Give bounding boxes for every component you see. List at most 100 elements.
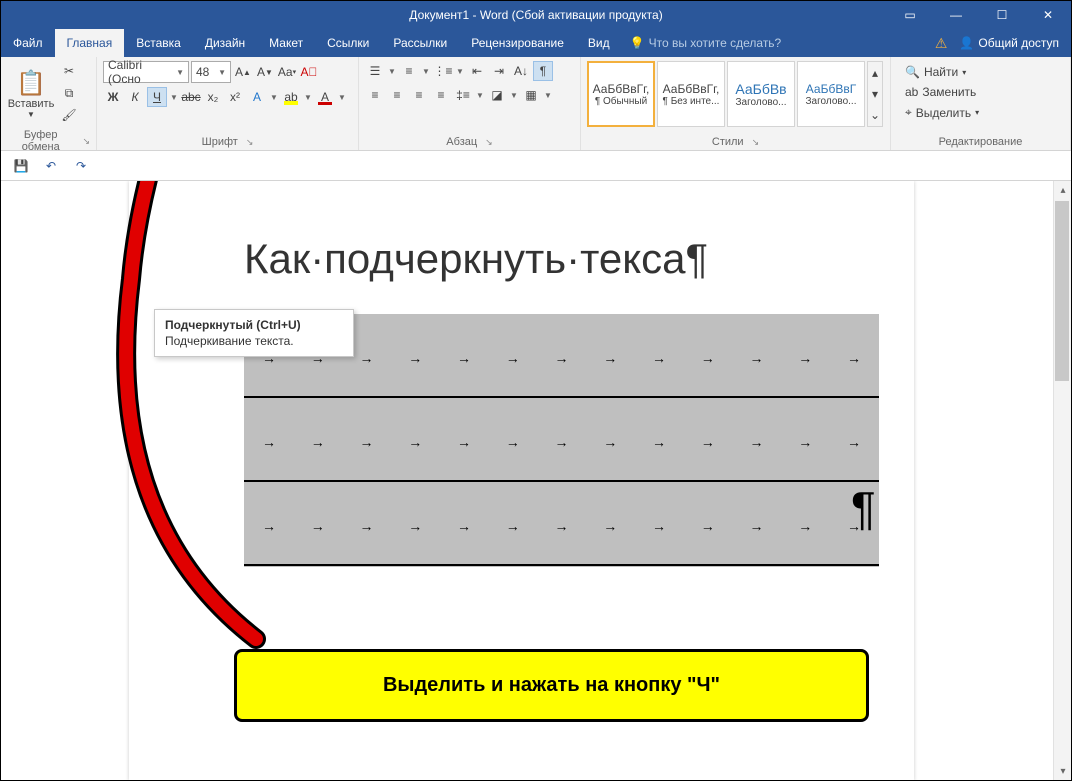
- redo-button[interactable]: ↷: [71, 156, 91, 176]
- superscript-button[interactable]: x²: [225, 87, 245, 107]
- pilcrow-mark: ¶: [851, 481, 876, 535]
- style-heading2[interactable]: АаБбВвГ Заголово...: [797, 61, 865, 127]
- replace-button[interactable]: ab Заменить: [901, 83, 983, 101]
- vertical-scrollbar[interactable]: ▴ ▾: [1053, 181, 1071, 780]
- styles-dialog-launcher[interactable]: ↘: [752, 137, 760, 148]
- styles-more[interactable]: ⌄: [868, 105, 882, 126]
- paste-button[interactable]: 📋 Вставить ▼: [7, 61, 55, 127]
- scroll-thumb[interactable]: [1055, 201, 1069, 381]
- format-painter-button[interactable]: 🖌: [59, 105, 79, 125]
- subscript-button[interactable]: x₂: [203, 87, 223, 107]
- chevron-down-icon[interactable]: ▼: [303, 93, 313, 102]
- ribbon-display-options[interactable]: ▭: [887, 1, 933, 29]
- style-no-spacing[interactable]: АаБбВвГг, ¶ Без инте...: [657, 61, 725, 127]
- replace-icon: ab: [905, 85, 918, 99]
- chevron-down-icon[interactable]: ▼: [421, 67, 431, 76]
- increase-indent-button[interactable]: ⇥: [489, 61, 509, 81]
- save-button[interactable]: 💾: [11, 156, 31, 176]
- chevron-down-icon[interactable]: ▼: [387, 67, 397, 76]
- find-button[interactable]: 🔍 Найти ▾: [901, 63, 983, 81]
- chevron-down-icon[interactable]: ▼: [509, 91, 519, 100]
- style-name: Заголово...: [736, 97, 787, 108]
- numbering-button[interactable]: ≡: [399, 61, 419, 81]
- text-effects-button[interactable]: A: [247, 87, 267, 107]
- tab-insert[interactable]: Вставка: [124, 29, 193, 57]
- underline-button[interactable]: Ч: [147, 87, 167, 107]
- clipboard-icon: 📋: [16, 69, 46, 98]
- maximize-button[interactable]: ☐: [979, 1, 1025, 29]
- paragraph-dialog-launcher[interactable]: ↘: [485, 137, 493, 148]
- sort-button[interactable]: A↓: [511, 61, 531, 81]
- find-label: Найти: [924, 65, 958, 79]
- styles-gallery[interactable]: АаБбВвГг, ¶ Обычный АаБбВвГг, ¶ Без инте…: [587, 61, 883, 127]
- scroll-down-button[interactable]: ▾: [1054, 762, 1071, 780]
- chevron-down-icon[interactable]: ▼: [269, 93, 279, 102]
- clipboard-dialog-launcher[interactable]: ↘: [82, 136, 90, 147]
- font-size-combo[interactable]: 48▼: [191, 61, 231, 83]
- strikethrough-button[interactable]: abc: [181, 87, 201, 107]
- highlight-button[interactable]: ab: [281, 87, 301, 107]
- tooltip-desc: Подчеркивание текста.: [165, 334, 343, 348]
- clear-formatting-button[interactable]: A⃠: [299, 62, 319, 82]
- group-styles-label: Стили: [712, 136, 744, 148]
- group-styles: АаБбВвГг, ¶ Обычный АаБбВвГг, ¶ Без инте…: [581, 57, 891, 150]
- justify-button[interactable]: ≡: [431, 85, 451, 105]
- multilevel-list-button[interactable]: ⋮≡: [433, 61, 453, 81]
- underline-dropdown[interactable]: ▼: [169, 93, 179, 102]
- decrease-indent-button[interactable]: ⇤: [467, 61, 487, 81]
- tab-design[interactable]: Дизайн: [193, 29, 257, 57]
- italic-button[interactable]: К: [125, 87, 145, 107]
- document-area[interactable]: Как·подчеркнуть·текса¶ →→→→→→→→→→→→→ →→→…: [1, 181, 1071, 780]
- align-left-button[interactable]: ≡: [365, 85, 385, 105]
- line-spacing-button[interactable]: ‡≡: [453, 85, 473, 105]
- style-normal[interactable]: АаБбВвГг, ¶ Обычный: [587, 61, 655, 127]
- align-center-button[interactable]: ≡: [387, 85, 407, 105]
- window-controls: ▭ — ☐ ✕: [887, 1, 1071, 29]
- annotation-callout: Выделить и нажать на кнопку "Ч": [234, 649, 869, 722]
- minimize-button[interactable]: —: [933, 1, 979, 29]
- group-clipboard: 📋 Вставить ▼ ✂ ⧉ 🖌 Буфер обмена↘: [1, 57, 97, 150]
- chevron-down-icon: ▼: [27, 110, 35, 119]
- select-button[interactable]: ⌖ Выделить ▾: [901, 103, 983, 122]
- tab-file[interactable]: Файл: [1, 29, 55, 57]
- font-color-button[interactable]: A: [315, 87, 335, 107]
- chevron-down-icon[interactable]: ▼: [475, 91, 485, 100]
- chevron-down-icon[interactable]: ▼: [337, 93, 347, 102]
- tooltip-title: Подчеркнутый (Ctrl+U): [165, 318, 343, 332]
- shrink-font-button[interactable]: A▼: [255, 62, 275, 82]
- borders-button[interactable]: ▦: [521, 85, 541, 105]
- shading-button[interactable]: ◪: [487, 85, 507, 105]
- tab-home[interactable]: Главная: [55, 29, 125, 57]
- style-name: Заголово...: [806, 96, 857, 107]
- cut-button[interactable]: ✂: [59, 61, 79, 81]
- chevron-down-icon[interactable]: ▼: [455, 67, 465, 76]
- warning-icon[interactable]: ⚠: [935, 35, 948, 52]
- grow-font-button[interactable]: A▲: [233, 62, 253, 82]
- bullets-button[interactable]: ☰: [365, 61, 385, 81]
- change-case-button[interactable]: Aa▾: [277, 62, 297, 82]
- table-row[interactable]: →→→→→→→→→→→→→: [244, 398, 879, 482]
- tab-view[interactable]: Вид: [576, 29, 622, 57]
- share-button[interactable]: 👤 Общий доступ: [959, 36, 1059, 50]
- styles-up[interactable]: ▴: [868, 62, 882, 83]
- heading-text[interactable]: Как·подчеркнуть·текса¶: [244, 235, 708, 283]
- copy-button[interactable]: ⧉: [59, 83, 79, 103]
- chevron-down-icon[interactable]: ▼: [543, 91, 553, 100]
- close-button[interactable]: ✕: [1025, 1, 1071, 29]
- show-marks-button[interactable]: ¶: [533, 61, 553, 81]
- undo-button[interactable]: ↶: [41, 156, 61, 176]
- font-name-combo[interactable]: Calibri (Осно▼: [103, 61, 189, 83]
- styles-down[interactable]: ▾: [868, 83, 882, 104]
- align-right-button[interactable]: ≡: [409, 85, 429, 105]
- tell-me[interactable]: 💡 Что вы хотите сделать?: [622, 29, 790, 57]
- scroll-up-button[interactable]: ▴: [1054, 181, 1071, 199]
- table-row[interactable]: →→→→→→→→→→→→→: [244, 482, 879, 566]
- font-dialog-launcher[interactable]: ↘: [246, 137, 254, 148]
- style-heading1[interactable]: АаБбВв Заголово...: [727, 61, 795, 127]
- tab-references[interactable]: Ссылки: [315, 29, 381, 57]
- tab-mailings[interactable]: Рассылки: [381, 29, 459, 57]
- tab-review[interactable]: Рецензирование: [459, 29, 576, 57]
- bold-button[interactable]: Ж: [103, 87, 123, 107]
- tab-layout[interactable]: Макет: [257, 29, 315, 57]
- chevron-down-icon: ▾: [975, 108, 979, 117]
